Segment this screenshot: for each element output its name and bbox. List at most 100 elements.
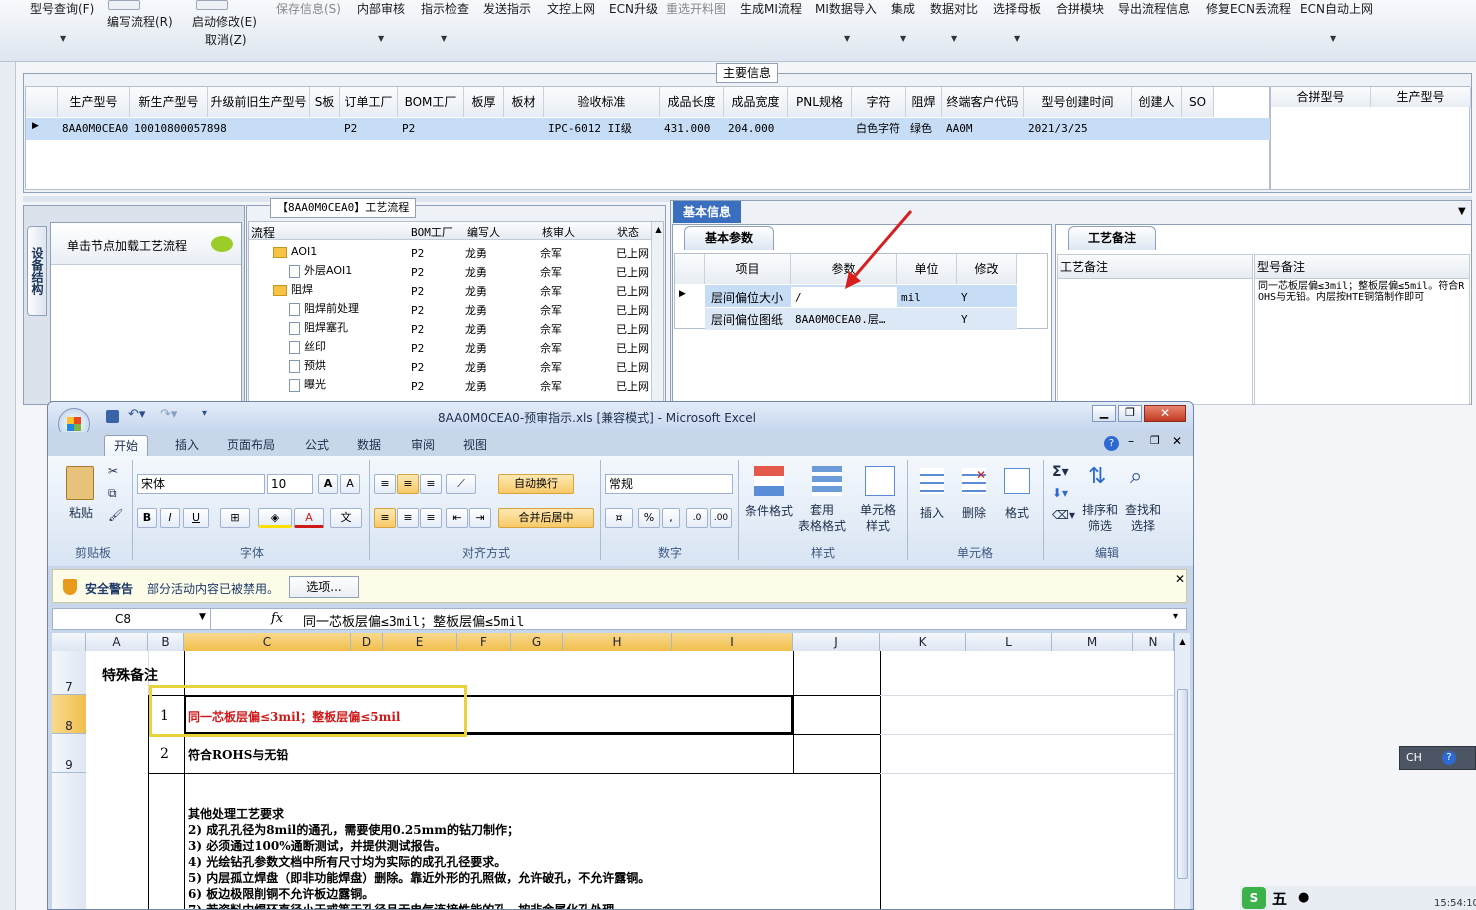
redo-icon[interactable]: ↷▾: [160, 407, 177, 422]
grow-font-icon[interactable]: A: [318, 474, 338, 494]
row-header-7[interactable]: 7: [52, 651, 86, 695]
bold-icon[interactable]: B: [137, 508, 157, 528]
ime-lang[interactable]: CH: [1406, 751, 1422, 764]
toolbar-button-8[interactable]: 文控上网: [547, 0, 595, 17]
paste-icon[interactable]: [66, 466, 94, 500]
wrap-text-button[interactable]: 自动换行: [498, 474, 574, 494]
cell-c9[interactable]: 符合ROHS与无铅: [188, 746, 288, 763]
find-select-icon[interactable]: ⌕: [1130, 464, 1142, 489]
sort-filter-icon[interactable]: ⇅: [1088, 464, 1106, 489]
find-select-label[interactable]: 查找和 选择: [1125, 502, 1161, 534]
ribbon-tab-6[interactable]: 视图: [454, 435, 496, 456]
toolbar-button-4[interactable]: 保存信息(S): [276, 0, 341, 17]
main-info-column-17[interactable]: SO: [1182, 87, 1214, 117]
format-label[interactable]: 格式: [1005, 504, 1029, 521]
column-reviewer[interactable]: 核审人: [542, 224, 575, 240]
ribbon-close-icon[interactable]: ✕: [1172, 434, 1182, 448]
increase-indent-icon[interactable]: ⇥: [469, 508, 491, 528]
main-info-column-10[interactable]: 成品宽度: [724, 87, 788, 117]
dropdown-arrow-icon[interactable]: ▼: [441, 34, 447, 43]
column-header-H[interactable]: H: [563, 633, 672, 651]
increase-decimal-icon[interactable]: .0: [686, 508, 708, 528]
shrink-font-icon[interactable]: A: [340, 474, 360, 494]
main-info-column-13[interactable]: 阻焊: [906, 87, 942, 117]
process-scrollbar[interactable]: ▲: [651, 222, 663, 404]
merge-model-column[interactable]: 合拼型号: [1271, 87, 1371, 107]
toolbar-button-0[interactable]: 型号查询(F): [30, 0, 94, 17]
autosum-icon[interactable]: Σ▾: [1052, 464, 1069, 480]
toolbar-small-button[interactable]: [196, 0, 228, 10]
toolbar-button-14[interactable]: 数据对比: [930, 0, 978, 17]
cut-icon[interactable]: ✂: [108, 464, 118, 478]
main-info-column-9[interactable]: 成品长度: [660, 87, 724, 117]
column-modify[interactable]: 修改: [957, 254, 1017, 284]
main-info-column-1[interactable]: 新生产型号: [130, 87, 208, 117]
delete-cells-icon[interactable]: ✕: [962, 468, 986, 494]
ribbon-minimize-icon[interactable]: –: [1128, 434, 1134, 448]
align-top-icon[interactable]: ≡: [374, 474, 396, 494]
process-row[interactable]: 外层AOI1 P2 龙勇 佘军 已上网: [249, 261, 649, 280]
equipment-structure-tab[interactable]: 设备结构: [27, 226, 47, 316]
basic-params-tab[interactable]: 基本参数: [684, 226, 774, 250]
ribbon-tab-5[interactable]: 审阅: [402, 435, 444, 456]
font-name-select[interactable]: 宋体: [137, 474, 265, 494]
merge-center-button[interactable]: 合并后居中: [498, 508, 594, 528]
restore-button[interactable]: ❐: [1118, 405, 1142, 422]
function-icon[interactable]: fx: [271, 611, 283, 626]
column-process[interactable]: 流程: [251, 224, 275, 241]
formula-input[interactable]: 同一芯板层偏≤3mil；整板层偏≤5mil: [303, 611, 524, 630]
column-header-F[interactable]: F: [457, 633, 511, 651]
main-info-column-2[interactable]: 升级前旧生产型号: [208, 87, 310, 117]
help-icon[interactable]: ?: [1442, 751, 1456, 765]
insert-label[interactable]: 插入: [920, 504, 944, 521]
select-all-corner[interactable]: [52, 633, 86, 651]
main-info-column-6[interactable]: 板厚: [464, 87, 504, 117]
basic-info-tab[interactable]: 基本信息: [673, 201, 741, 223]
toolbar-button-3[interactable]: 取消(Z): [205, 31, 247, 48]
dropdown-arrow-icon[interactable]: ▼: [951, 34, 957, 43]
expand-formula-icon[interactable]: ▾: [1173, 611, 1178, 622]
help-icon[interactable]: ?: [1104, 436, 1119, 451]
cell-style-icon[interactable]: [865, 466, 895, 496]
main-info-column-12[interactable]: 字符: [852, 87, 906, 117]
process-row[interactable]: 预烘 P2 龙勇 佘军 已上网: [249, 356, 649, 375]
column-header-E[interactable]: E: [383, 633, 457, 651]
ribbon-tab-1[interactable]: 插入: [166, 435, 208, 456]
quick-access-dropdown-icon[interactable]: ▾: [202, 408, 207, 419]
fill-color-icon[interactable]: ◈: [258, 508, 292, 528]
other-requirements-title[interactable]: 其他处理工艺要求: [188, 805, 284, 822]
main-info-column-0[interactable]: 生产型号: [58, 87, 130, 117]
copy-icon[interactable]: ⧉: [108, 486, 117, 501]
column-status[interactable]: 状态: [617, 224, 639, 240]
phonetic-icon[interactable]: 文: [330, 508, 362, 528]
clear-icon[interactable]: ⌫▾: [1052, 508, 1075, 522]
toolbar-button-16[interactable]: 合拼模块: [1056, 0, 1104, 17]
dropdown-arrow-icon[interactable]: ▼: [844, 34, 850, 43]
save-icon[interactable]: [106, 410, 119, 423]
undo-icon[interactable]: ↶▾: [128, 407, 145, 422]
craft-note-tab[interactable]: 工艺备注: [1068, 226, 1156, 250]
column-item[interactable]: 项目: [705, 254, 791, 284]
model-note-text[interactable]: 同一芯板层偏≤3mil；整板层偏≤5mil。符合ROHS与无铅。内层按HTE铜箔…: [1255, 279, 1469, 305]
column-header-M[interactable]: M: [1052, 633, 1133, 651]
cell-style-label[interactable]: 单元格 样式: [860, 502, 896, 534]
column-header-D[interactable]: D: [351, 633, 383, 651]
number-format-select[interactable]: 常规: [605, 474, 733, 494]
row-header-8[interactable]: 8: [52, 695, 86, 734]
process-row[interactable]: 阻焊前处理 P2 龙勇 佘军 已上网: [249, 299, 649, 318]
column-header-K[interactable]: K: [880, 633, 966, 651]
toolbar-button-12[interactable]: MI数据导入: [815, 0, 877, 17]
ribbon-restore-icon[interactable]: ❐: [1150, 434, 1160, 447]
toolbar-button-10[interactable]: 重选开料图: [666, 0, 726, 17]
font-size-select[interactable]: 10: [267, 474, 313, 494]
toolbar-button-2[interactable]: 启动修改(E): [192, 13, 257, 30]
ime-toolbar[interactable]: CH ?: [1399, 746, 1476, 770]
column-writer[interactable]: 编写人: [467, 224, 500, 240]
fill-icon[interactable]: ⬇▾: [1052, 486, 1068, 500]
font-color-icon[interactable]: A: [294, 508, 324, 528]
format-painter-icon[interactable]: 🖌: [108, 508, 123, 522]
main-info-column-4[interactable]: 订单工厂: [340, 87, 398, 117]
process-row[interactable]: 阻焊 P2 龙勇 佘军 已上网: [249, 280, 649, 299]
toolbar-button-5[interactable]: 内部审核: [357, 0, 405, 17]
process-row[interactable]: AOI1 P2 龙勇 佘军 已上网: [249, 242, 649, 261]
